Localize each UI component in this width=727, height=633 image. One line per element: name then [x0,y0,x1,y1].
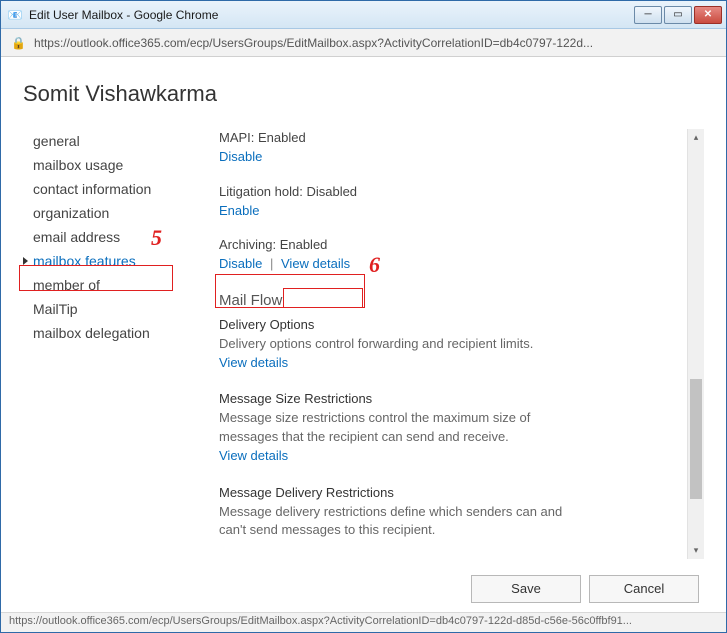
archiving-status: Archiving: Enabled [219,236,684,255]
mapi-block: MAPI: Enabled Disable [219,129,684,167]
lock-icon: 🔒 [11,36,26,50]
mail-icon: 📧 [7,7,23,23]
save-button[interactable]: Save [471,575,581,603]
litigation-block: Litigation hold: Disabled Enable [219,183,684,221]
nav-contact-information[interactable]: contact information [23,177,191,201]
cancel-button[interactable]: Cancel [589,575,699,603]
mapi-disable-link[interactable]: Disable [219,149,262,164]
delivery-options-title: Delivery Options [219,316,684,335]
status-bar: https://outlook.office365.com/ecp/UsersG… [1,612,726,632]
size-restrictions-link[interactable]: View details [219,448,288,463]
page-title: Somit Vishawkarma [23,81,704,107]
scroll-down-arrow[interactable]: ▾ [688,542,704,559]
minimize-button[interactable]: ─ [634,6,662,24]
archiving-block: Archiving: Enabled Disable | View detail… [219,236,684,274]
msg-delivery-title: Message Delivery Restrictions [219,484,684,503]
scroll-up-arrow[interactable]: ▴ [688,129,704,146]
main-panel: MAPI: Enabled Disable Litigation hold: D… [219,129,704,559]
archiving-disable-link[interactable]: Disable [219,256,262,271]
window-title: Edit User Mailbox - Google Chrome [29,8,634,22]
scrollbar[interactable]: ▴ ▾ [687,129,704,559]
nav-mailtip[interactable]: MailTip [23,297,191,321]
nav-organization[interactable]: organization [23,201,191,225]
titlebar: 📧 Edit User Mailbox - Google Chrome ─ ▭ … [1,1,726,29]
url-text[interactable]: https://outlook.office365.com/ecp/UsersG… [34,36,716,50]
size-restrictions-desc: Message size restrictions control the ma… [219,409,579,447]
delivery-options-link[interactable]: View details [219,355,288,370]
litigation-status: Litigation hold: Disabled [219,183,684,202]
scroll-thumb[interactable] [690,379,702,499]
sidebar-nav: general mailbox usage contact informatio… [23,129,191,559]
nav-general[interactable]: general [23,129,191,153]
nav-member-of[interactable]: member of [23,273,191,297]
close-button[interactable]: ✕ [694,6,722,24]
maximize-button[interactable]: ▭ [664,6,692,24]
dialog-buttons: Save Cancel [471,575,699,603]
window-controls: ─ ▭ ✕ [634,6,722,24]
msg-delivery-desc: Message delivery restrictions define whi… [219,503,579,541]
address-bar: 🔒 https://outlook.office365.com/ecp/User… [1,29,726,57]
nav-mailbox-features[interactable]: mailbox features [23,249,191,273]
mail-flow-heading: Mail Flow [219,290,684,312]
archiving-view-details-link[interactable]: View details [281,256,350,271]
mapi-status: MAPI: Enabled [219,129,684,148]
separator: | [270,256,273,271]
nav-mailbox-usage[interactable]: mailbox usage [23,153,191,177]
delivery-options-desc: Delivery options control forwarding and … [219,335,684,354]
nav-email-address[interactable]: email address [23,225,191,249]
litigation-enable-link[interactable]: Enable [219,203,259,218]
page-content: Somit Vishawkarma general mailbox usage … [1,57,726,612]
nav-mailbox-delegation[interactable]: mailbox delegation [23,321,191,345]
app-window: 📧 Edit User Mailbox - Google Chrome ─ ▭ … [0,0,727,633]
size-restrictions-title: Message Size Restrictions [219,390,684,409]
